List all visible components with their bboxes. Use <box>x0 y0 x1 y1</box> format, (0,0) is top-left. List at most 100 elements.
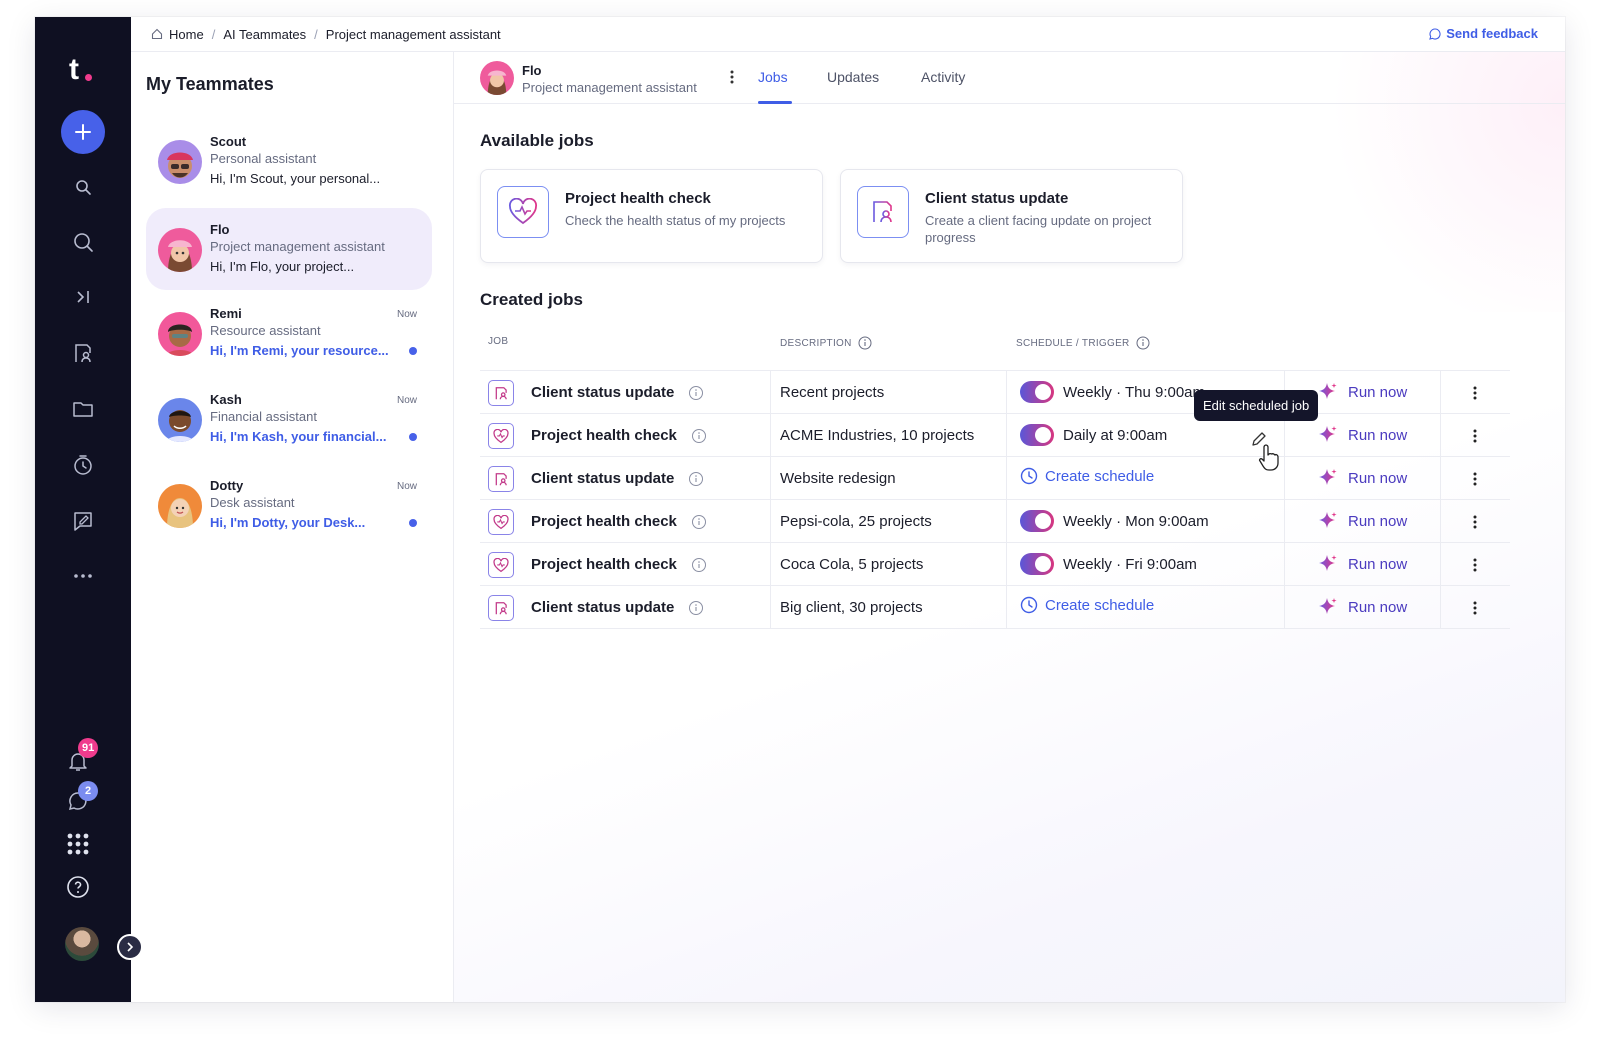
job-card-title: Client status update <box>925 190 1069 207</box>
create-schedule-button[interactable]: Create schedule <box>1020 596 1154 614</box>
teammate-remi[interactable]: Remi Resource assistant Hi, I'm Remi, yo… <box>146 292 432 374</box>
info-icon[interactable] <box>1136 336 1150 350</box>
unread-indicator <box>409 519 417 527</box>
info-icon[interactable] <box>858 336 872 350</box>
info-icon[interactable] <box>688 471 704 487</box>
row-more-menu[interactable] <box>1470 427 1480 445</box>
kash-avatar <box>158 398 202 442</box>
apps-grid-icon[interactable] <box>66 832 90 856</box>
schedule-text[interactable]: Weekly · Mon 9:00am <box>1063 513 1209 530</box>
teammate-name: Scout <box>210 134 247 149</box>
unread-indicator <box>409 347 417 355</box>
teammate-message-preview: Hi, I'm Dotty, your Desk... <box>210 515 366 530</box>
folder-icon[interactable] <box>71 397 95 421</box>
job-name[interactable]: Client status update <box>531 599 674 616</box>
create-schedule-label: Create schedule <box>1045 596 1155 614</box>
run-now-label: Run now <box>1348 383 1408 401</box>
sparkle-icon <box>1318 554 1338 574</box>
app-window: t 91 2 Home / AI Teammates / Project man… <box>35 17 1565 1002</box>
row-more-menu[interactable] <box>1470 599 1480 617</box>
job-description: ACME Industries, 10 projects <box>780 427 975 444</box>
run-now-button[interactable]: Run now <box>1318 511 1407 531</box>
sparkle-icon <box>1318 511 1338 531</box>
breadcrumb-home[interactable]: Home <box>151 27 204 42</box>
schedule-toggle[interactable] <box>1020 381 1054 403</box>
edit-message-icon[interactable] <box>71 509 95 533</box>
send-feedback-label: Send feedback <box>1446 26 1538 41</box>
message-time: Now <box>396 481 417 492</box>
teammate-kash[interactable]: Kash Financial assistant Hi, I'm Kash, y… <box>146 378 432 460</box>
job-card-client-status-update[interactable]: Client status update Create a client fac… <box>840 169 1183 263</box>
run-now-button[interactable]: Run now <box>1318 554 1407 574</box>
teammate-message-preview: Hi, I'm Flo, your project... <box>210 259 355 274</box>
quick-search-icon[interactable] <box>71 175 95 199</box>
schedule-toggle[interactable] <box>1020 424 1054 446</box>
info-icon[interactable] <box>691 514 707 530</box>
client-report-icon <box>488 380 514 406</box>
column-header-label: JOB <box>488 336 509 347</box>
tab-activity[interactable]: Activity <box>921 69 965 85</box>
message-time: Now <box>396 395 417 406</box>
help-icon[interactable] <box>66 875 90 899</box>
create-schedule-button[interactable]: Create schedule <box>1020 467 1154 485</box>
home-icon <box>151 28 163 40</box>
job-name[interactable]: Project health check <box>531 427 677 444</box>
breadcrumb: Home / AI Teammates / Project management… <box>131 17 1565 51</box>
job-name[interactable]: Project health check <box>531 556 677 573</box>
job-description: Big client, 30 projects <box>780 599 923 616</box>
app-logo[interactable]: t <box>69 55 99 85</box>
client-report-icon <box>488 466 514 492</box>
row-more-menu[interactable] <box>1470 513 1480 531</box>
info-icon[interactable] <box>688 600 704 616</box>
job-name[interactable]: Client status update <box>531 470 674 487</box>
schedule-text[interactable]: Weekly · Fri 9:00am <box>1063 556 1197 573</box>
schedule-text[interactable]: Daily at 9:00am <box>1063 427 1167 444</box>
info-icon[interactable] <box>691 428 707 444</box>
teammate-scout[interactable]: Scout Personal assistant Hi, I'm Scout, … <box>146 120 432 202</box>
header-more-menu[interactable] <box>726 67 738 87</box>
message-count-badge: 2 <box>78 781 98 801</box>
notification-count-badge: 91 <box>78 738 99 758</box>
info-icon[interactable] <box>691 557 707 573</box>
teammate-role: Project management assistant <box>210 239 385 254</box>
client-report-icon <box>857 186 909 238</box>
more-icon[interactable] <box>71 564 95 588</box>
row-more-menu[interactable] <box>1470 556 1480 574</box>
schedule-text[interactable]: Weekly · Thu 9:00am <box>1063 384 1205 401</box>
schedule-toggle[interactable] <box>1020 553 1054 575</box>
add-button[interactable] <box>61 110 105 154</box>
flo-avatar <box>158 228 202 272</box>
left-rail: t 91 2 <box>35 17 143 1002</box>
flo-avatar <box>480 61 514 95</box>
sparkle-icon <box>1318 468 1338 488</box>
teammate-dotty[interactable]: Dotty Desk assistant Hi, I'm Dotty, your… <box>146 464 432 546</box>
job-card-project-health-check[interactable]: Project health check Check the health st… <box>480 169 823 263</box>
expand-panel-icon[interactable] <box>71 285 95 309</box>
teammate-flo[interactable]: Flo Project management assistant Hi, I'm… <box>146 208 432 290</box>
column-header-job: JOB <box>488 336 508 347</box>
send-feedback-link[interactable]: Send feedback <box>1429 26 1538 41</box>
table-row: Project health check ACME Industries, 10 … <box>480 413 1510 456</box>
search-icon[interactable] <box>71 230 95 254</box>
schedule-toggle[interactable] <box>1020 510 1054 532</box>
row-more-menu[interactable] <box>1470 384 1480 402</box>
row-more-menu[interactable] <box>1470 470 1480 488</box>
client-report-icon[interactable] <box>71 341 95 365</box>
run-now-button[interactable]: Run now <box>1318 468 1407 488</box>
job-name[interactable]: Client status update <box>531 384 674 401</box>
run-now-button[interactable]: Run now <box>1318 425 1407 445</box>
user-avatar[interactable] <box>65 927 99 961</box>
run-now-button[interactable]: Run now <box>1318 597 1407 617</box>
job-name[interactable]: Project health check <box>531 513 677 530</box>
tab-jobs[interactable]: Jobs <box>758 69 788 85</box>
kebab-icon <box>730 70 734 84</box>
run-now-button[interactable]: Run now <box>1318 382 1407 402</box>
breadcrumb-ai-teammates[interactable]: AI Teammates <box>223 27 306 42</box>
heart-pulse-icon <box>488 552 514 578</box>
info-icon[interactable] <box>688 385 704 401</box>
teammate-message-preview: Hi, I'm Remi, your resource... <box>210 343 389 358</box>
tab-updates[interactable]: Updates <box>827 69 879 85</box>
timer-icon[interactable] <box>71 453 95 477</box>
message-time: Now <box>396 309 417 320</box>
job-description: Recent projects <box>780 384 885 401</box>
